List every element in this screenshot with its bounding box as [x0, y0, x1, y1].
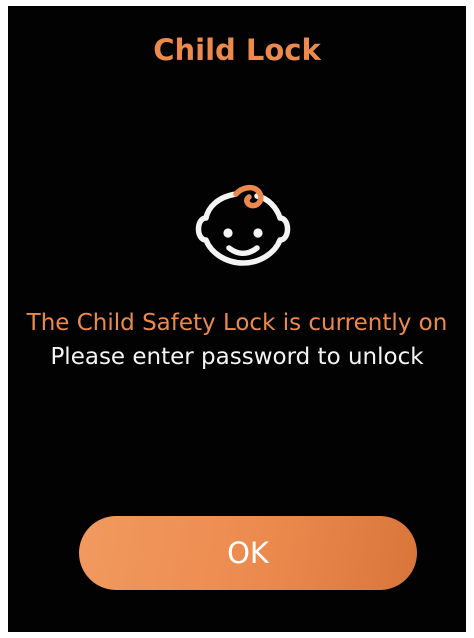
unlock-instruction-text: Please enter password to unlock: [50, 344, 424, 370]
ok-button[interactable]: OK: [79, 516, 417, 590]
child-lock-screen: Child Lock The Child Safety Lock is curr…: [8, 6, 466, 632]
page-title: Child Lock: [153, 33, 321, 67]
baby-face-icon: [190, 181, 296, 273]
lock-status-text: The Child Safety Lock is currently on: [26, 310, 448, 336]
